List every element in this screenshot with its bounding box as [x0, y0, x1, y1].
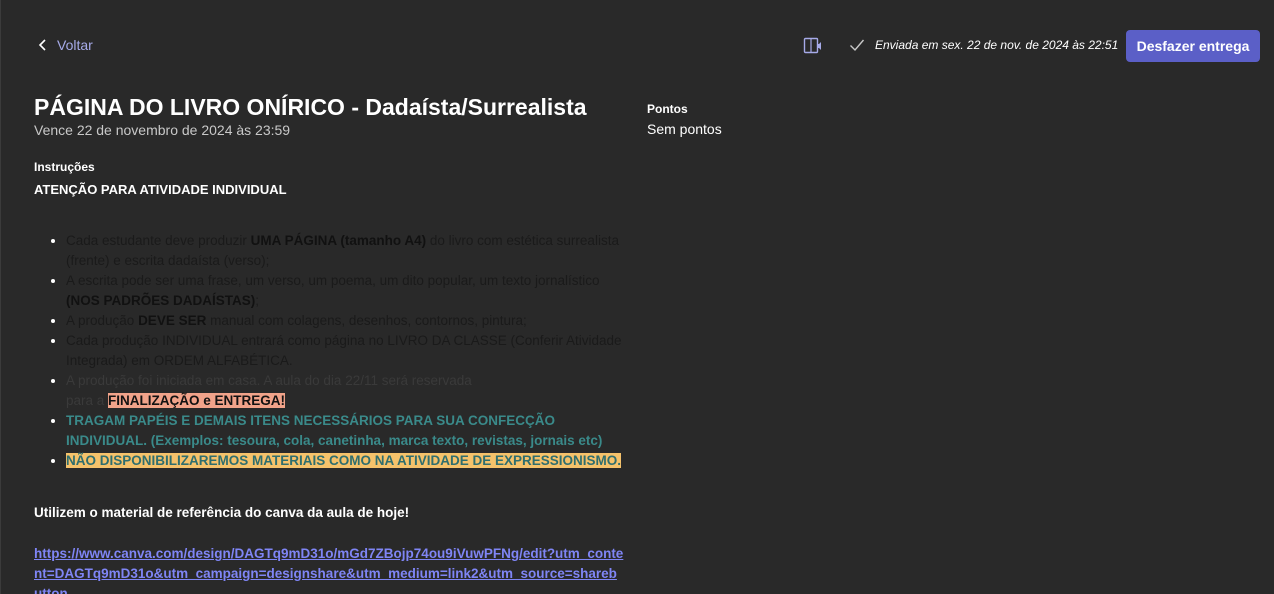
list-item: TRAGAM PAPÉIS E DEMAIS ITENS NECESSÁRIOS… — [66, 411, 624, 451]
instructions-list: Cada estudante deve produzir UMA PÁGINA … — [34, 231, 624, 471]
item-bold-text: UMA PÁGINA (tamanho A4) — [250, 233, 427, 248]
submitted-text: Enviada em sex. 22 de nov. de 2024 às 22… — [875, 38, 1119, 52]
item-bold-text: DEVE SER — [138, 313, 207, 328]
back-button[interactable]: Voltar — [37, 37, 93, 53]
canva-link[interactable]: https://www.canva.com/design/DAGTq9mD31o… — [34, 544, 624, 594]
assignment-view: Voltar Enviada em sex. 22 de nov. de 202… — [0, 0, 1274, 594]
item-text: Cada estudante deve produzir — [66, 233, 251, 248]
item-text: TRAGAM PAPÉIS E DEMAIS ITENS NECESSÁRIOS… — [66, 413, 603, 448]
points-label: Pontos — [647, 102, 688, 116]
finalization-highlight: FINALIZAÇÃO e ENTREGA! — [108, 393, 286, 408]
immersive-reader-icon[interactable] — [803, 37, 823, 55]
back-label: Voltar — [57, 37, 93, 53]
submission-status: Enviada em sex. 22 de nov. de 2024 às 22… — [849, 38, 1118, 52]
instructions-label: Instruções — [34, 160, 95, 174]
reference-note: Utilizem o material de referência do can… — [34, 505, 410, 520]
due-date: Vence 22 de novembro de 2024 às 23:59 — [34, 122, 291, 138]
no-materials-highlight: NÃO DISPONIBILIZAREMOS MATERIAIS COMO NA… — [66, 453, 622, 468]
list-item: NÃO DISPONIBILIZAREMOS MATERIAIS COMO NA… — [66, 451, 624, 471]
list-item: Cada produção INDIVIDUAL entrará como pá… — [66, 331, 624, 371]
item-text: ; — [255, 293, 260, 308]
list-item: A escrita pode ser uma frase, um verso, … — [66, 271, 624, 311]
list-item: A produção DEVE SER manual com colagens,… — [66, 311, 624, 331]
attention-heading: ATENÇÃO PARA ATIVIDADE INDIVIDUAL — [34, 182, 287, 197]
item-bold-text: (NOS PADRÕES DADAÍSTAS) — [66, 293, 256, 308]
item-text: A produção — [66, 313, 139, 328]
item-text: para a — [66, 393, 109, 408]
undo-submission-button[interactable]: Desfazer entrega — [1126, 30, 1260, 62]
item-text: A produção foi iniciada em casa. A aula … — [66, 373, 472, 388]
chevron-left-icon — [38, 39, 46, 51]
points-value: Sem pontos — [647, 121, 722, 137]
checkmark-icon — [850, 39, 865, 52]
item-text: A escrita pode ser uma frase, um verso, … — [66, 273, 600, 288]
assignment-title: PÁGINA DO LIVRO ONÍRICO - Dadaísta/Surre… — [34, 94, 587, 120]
list-item: Cada estudante deve produzir UMA PÁGINA … — [66, 231, 624, 271]
list-item: A produção foi iniciada em casa. A aula … — [66, 371, 624, 411]
item-text: Cada produção INDIVIDUAL entrará como pá… — [66, 333, 622, 368]
item-text: manual com colagens, desenhos, contornos… — [206, 313, 527, 328]
